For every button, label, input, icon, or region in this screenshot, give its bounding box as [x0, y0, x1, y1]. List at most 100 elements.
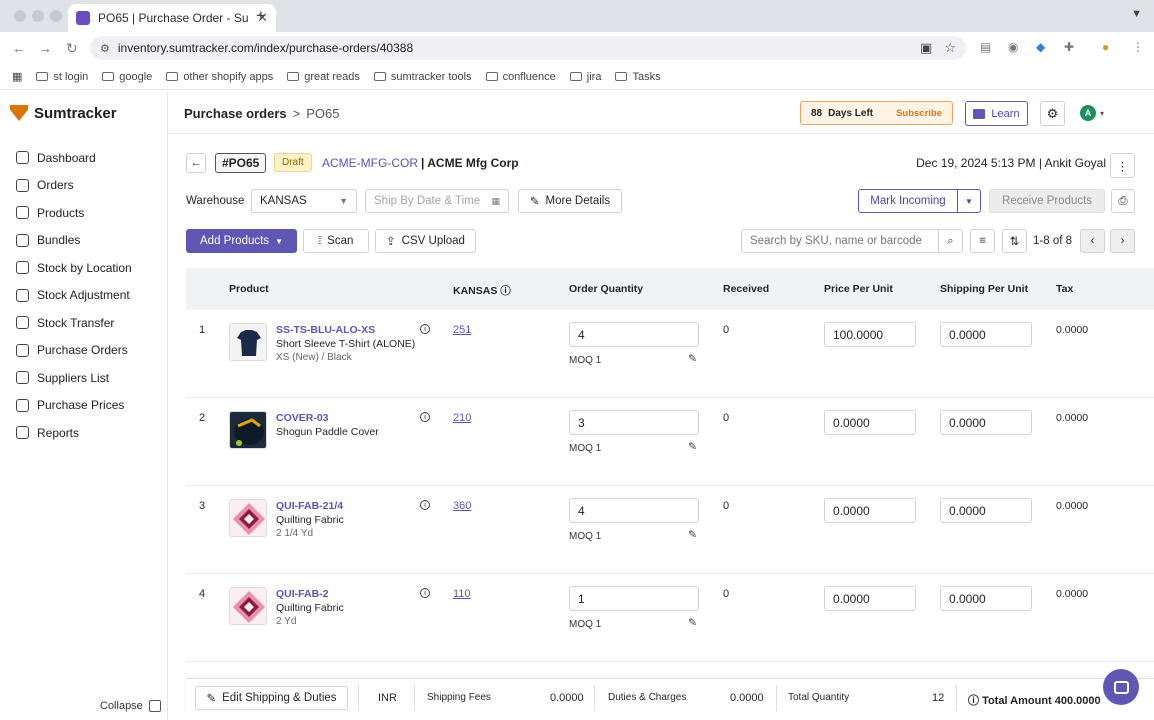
print-button[interactable]: ⎙	[1111, 189, 1135, 213]
apps-grid-icon[interactable]: ▦	[12, 70, 22, 83]
sidebar-item-orders[interactable]: Orders	[0, 172, 167, 200]
filter-button[interactable]: ≡	[970, 229, 995, 253]
price-per-unit-input[interactable]	[824, 410, 916, 435]
bookmark-item[interactable]: other shopify apps	[166, 71, 273, 83]
more-options-button[interactable]: ⋮	[1110, 153, 1135, 178]
mark-incoming-dropdown[interactable]: ▼	[957, 189, 981, 213]
price-per-unit-input[interactable]	[824, 586, 916, 611]
bookmark-item[interactable]: google	[102, 71, 152, 83]
site-settings-icon[interactable]: ⚙	[100, 42, 110, 55]
window-close-dot[interactable]	[14, 10, 26, 22]
shipping-per-unit-input[interactable]	[940, 498, 1032, 523]
csv-upload-button[interactable]: ⇪ CSV Upload	[375, 229, 476, 253]
back-arrow-icon[interactable]: ←	[12, 40, 26, 56]
product-sku-link[interactable]: COVER-03	[276, 412, 329, 424]
search-icon[interactable]: ⌕	[938, 230, 962, 252]
shipping-per-unit-input[interactable]	[940, 322, 1032, 347]
sidebar-item-reports[interactable]: Reports	[0, 419, 167, 447]
url-input[interactable]	[117, 41, 909, 55]
sidebar-item-stock-by-location[interactable]: Stock by Location	[0, 254, 167, 282]
receive-products-button[interactable]: Receive Products	[989, 189, 1105, 213]
prev-page-button[interactable]: ‹	[1080, 229, 1105, 253]
ship-by-date-field[interactable]: Ship By Date & Time ▦	[365, 189, 509, 213]
settings-button[interactable]: ⚙	[1040, 101, 1065, 126]
extension-sync-icon[interactable]: ◆	[1036, 40, 1045, 54]
scan-button[interactable]: ⦙ Scan	[303, 229, 369, 253]
pencil-icon[interactable]: ✎	[688, 440, 697, 453]
url-bar[interactable]: ⚙ ▣ ☆	[90, 36, 966, 60]
shipping-per-unit-input[interactable]	[940, 586, 1032, 611]
bookmark-item[interactable]: sumtracker tools	[373, 71, 472, 83]
collapse-sidebar-button[interactable]: Collapse	[100, 700, 161, 712]
next-page-button[interactable]: ›	[1110, 229, 1135, 253]
edit-shipping-duties-button[interactable]: ✎ Edit Shipping & Duties	[195, 686, 348, 710]
back-button[interactable]: ←	[186, 153, 206, 173]
sort-button[interactable]: ⇅	[1002, 229, 1027, 253]
sidebar-nav: Dashboard Orders Products Bundles Stock …	[0, 144, 167, 447]
sidebar-item-purchase-prices[interactable]: Purchase Prices	[0, 392, 167, 420]
info-icon[interactable]: ⓘ	[500, 285, 511, 297]
supplier-code-link[interactable]: ACME-MFG-COR	[322, 156, 418, 170]
sidebar-item-stock-adjustment[interactable]: Stock Adjustment	[0, 282, 167, 310]
order-quantity-input[interactable]	[569, 410, 699, 435]
chat-support-button[interactable]	[1103, 669, 1139, 705]
cast-icon[interactable]: ▣	[920, 40, 932, 56]
learn-button[interactable]: Learn	[965, 101, 1028, 126]
product-sku-link[interactable]: SS-TS-BLU-ALO-XS	[276, 324, 375, 336]
mark-incoming-button[interactable]: Mark Incoming	[858, 189, 958, 213]
product-sku-link[interactable]: QUI-FAB-2	[276, 588, 329, 600]
product-search[interactable]: ⌕	[741, 229, 963, 253]
reader-icon[interactable]: ▤	[980, 40, 991, 54]
profile-icon[interactable]: ●	[1102, 40, 1109, 54]
browser-tab[interactable]: PO65 | Purchase Order - Sumtracker ✕	[68, 4, 276, 32]
pencil-icon[interactable]: ✎	[688, 352, 697, 365]
info-icon[interactable]: i	[420, 588, 430, 598]
camera-icon[interactable]: ◉	[1008, 40, 1018, 54]
subscribe-link[interactable]: Subscribe	[896, 108, 942, 119]
bookmark-item[interactable]: Tasks	[615, 71, 661, 83]
pencil-icon[interactable]: ✎	[688, 616, 697, 629]
stock-link[interactable]: 210	[453, 412, 471, 424]
product-sku-link[interactable]: QUI-FAB-21/4	[276, 500, 343, 512]
sidebar-item-suppliers-list[interactable]: Suppliers List	[0, 364, 167, 392]
breadcrumb-purchase-orders[interactable]: Purchase orders	[184, 106, 287, 121]
info-icon[interactable]: i	[420, 324, 430, 334]
sidebar-item-purchase-orders[interactable]: Purchase Orders	[0, 337, 167, 365]
order-quantity-input[interactable]	[569, 322, 699, 347]
warehouse-select[interactable]: KANSAS ▼	[251, 189, 357, 213]
stock-link[interactable]: 251	[453, 324, 471, 336]
bookmark-item[interactable]: confluence	[485, 71, 556, 83]
new-tab-icon[interactable]: +	[256, 6, 266, 26]
pencil-icon[interactable]: ✎	[688, 528, 697, 541]
sidebar-item-bundles[interactable]: Bundles	[0, 227, 167, 255]
sidebar-item-stock-transfer[interactable]: Stock Transfer	[0, 309, 167, 337]
bookmark-item[interactable]: jira	[569, 71, 601, 83]
browser-menu-icon[interactable]: ⋮	[1132, 40, 1144, 54]
brand[interactable]: Sumtracker	[0, 92, 167, 134]
forward-arrow-icon[interactable]: →	[38, 40, 52, 56]
bookmark-item[interactable]: great reads	[287, 71, 360, 83]
stock-link[interactable]: 360	[453, 500, 471, 512]
shipping-per-unit-input[interactable]	[940, 410, 1032, 435]
star-icon[interactable]: ☆	[944, 40, 956, 56]
more-details-button[interactable]: ✎ More Details	[518, 189, 622, 213]
window-zoom-dot[interactable]	[50, 10, 62, 22]
chevron-down-icon[interactable]: ▼	[1131, 8, 1142, 20]
price-per-unit-input[interactable]	[824, 498, 916, 523]
stock-link[interactable]: 110	[453, 588, 471, 600]
extensions-puzzle-icon[interactable]: ✚	[1064, 40, 1074, 54]
add-products-button[interactable]: Add Products ▼	[186, 229, 297, 253]
info-icon[interactable]: ⓘ	[968, 695, 979, 707]
bookmark-item[interactable]: st login	[36, 71, 88, 83]
sidebar-item-dashboard[interactable]: Dashboard	[0, 144, 167, 172]
window-minimize-dot[interactable]	[32, 10, 44, 22]
price-per-unit-input[interactable]	[824, 322, 916, 347]
sidebar-item-products[interactable]: Products	[0, 199, 167, 227]
info-icon[interactable]: i	[420, 412, 430, 422]
reload-icon[interactable]: ↻	[66, 40, 78, 57]
order-quantity-input[interactable]	[569, 498, 699, 523]
info-icon[interactable]: i	[420, 500, 430, 510]
order-quantity-input[interactable]	[569, 586, 699, 611]
search-input[interactable]	[742, 235, 938, 247]
user-menu[interactable]: A ▾	[1080, 105, 1104, 121]
